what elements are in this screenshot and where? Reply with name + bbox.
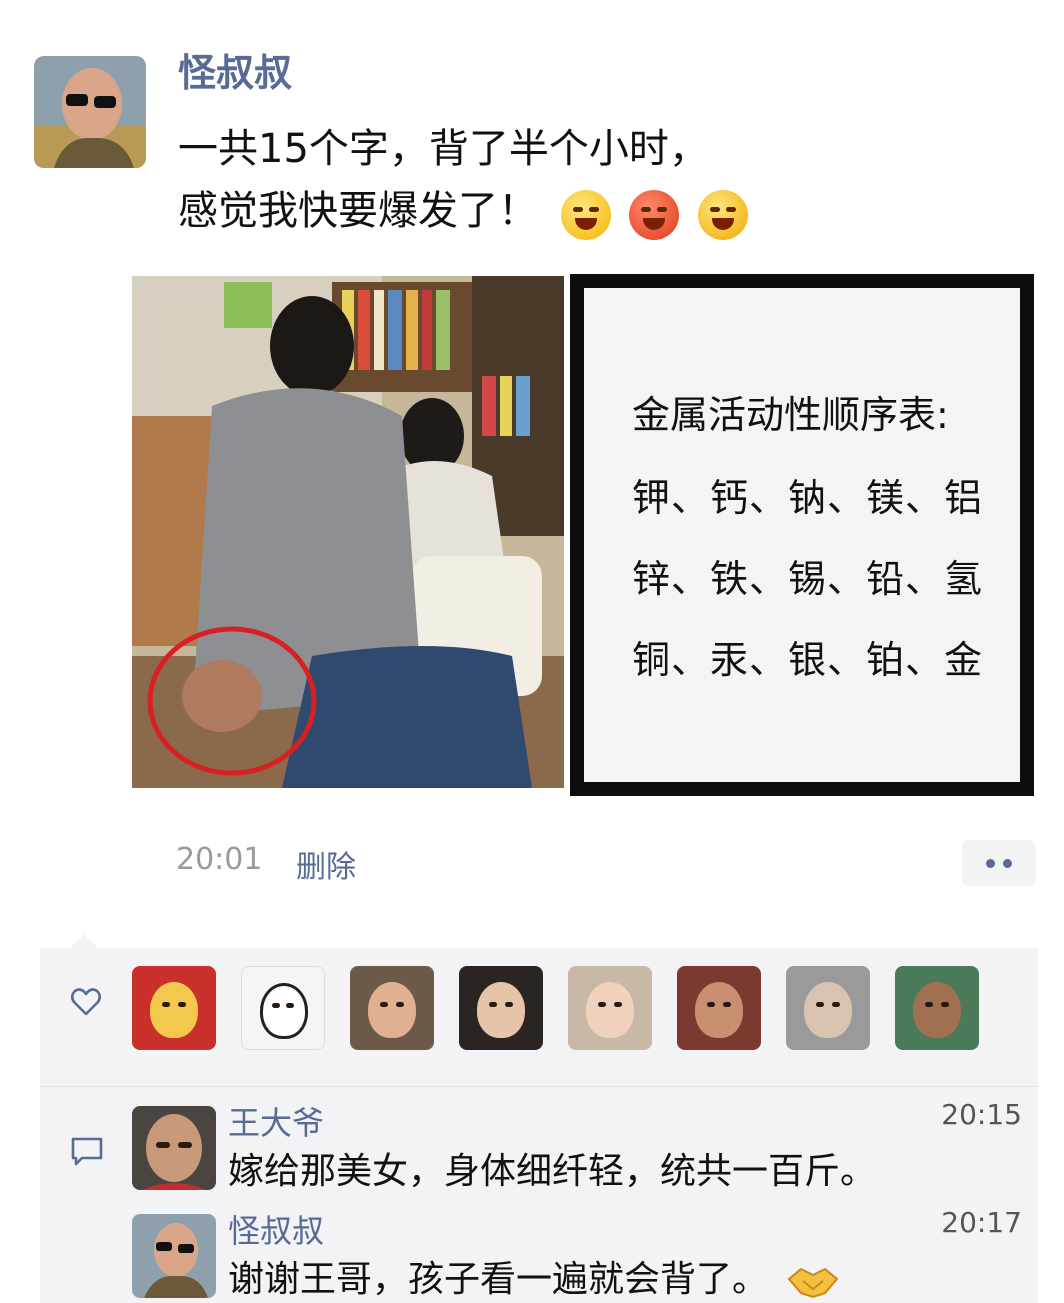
liker-avatar[interactable] — [241, 966, 325, 1050]
mad-emoji-icon — [698, 190, 749, 240]
comment-icon — [71, 1137, 103, 1166]
comment-time: 20:15 — [941, 1098, 1022, 1131]
post-text-line-2: 感觉我快要爆发了！ — [178, 180, 898, 244]
comment-text: 谢谢王哥，孩子看一遍就会背了。 — [228, 1259, 769, 1300]
post-photo[interactable] — [132, 276, 564, 788]
liker-avatar[interactable] — [895, 966, 979, 1050]
liker-avatar[interactable] — [350, 966, 434, 1050]
liker-avatar[interactable] — [568, 966, 652, 1050]
likes-comments-panel: 王大爷 20:15 嫁给那美女，身体细纤轻，统共一百斤。 怪叔叔 20:17 谢… — [40, 934, 1038, 1303]
post-text-line-1: 一共15个字，背了半个小时， — [178, 126, 709, 172]
dot-icon — [986, 858, 995, 868]
comment-text-wrap: 谢谢王哥，孩子看一遍就会背了。 — [228, 1250, 839, 1302]
commenter-name[interactable]: 怪叔叔 — [228, 1206, 324, 1252]
liker-avatar[interactable] — [459, 966, 543, 1050]
more-options-button[interactable] — [962, 840, 1036, 886]
liker-avatar[interactable] — [677, 966, 761, 1050]
liker-avatar[interactable] — [786, 966, 870, 1050]
comment-text: 嫁给那美女，身体细纤轻，统共一百斤。 — [228, 1151, 877, 1192]
commenter-avatar[interactable] — [132, 1214, 216, 1298]
post-text: 一共15个字，背了半个小时， 感觉我快要爆发了！ — [178, 118, 898, 244]
card-row: 钾、钙、钠、镁、铝 — [632, 476, 984, 520]
post-time: 20:01 — [176, 842, 263, 877]
metal-activity-card[interactable]: 金属活动性顺序表: 钾、钙、钠、镁、铝 锌、铁、锡、铅、氢 铜、汞、银、铂、金 — [570, 274, 1034, 796]
post-author-name[interactable]: 怪叔叔 — [178, 42, 292, 97]
comment-time: 20:17 — [941, 1206, 1022, 1239]
commenter-avatar[interactable] — [132, 1106, 216, 1190]
divider — [40, 1086, 1038, 1087]
heart-icon — [70, 988, 102, 1016]
card-row: 铜、汞、银、铂、金 — [632, 638, 984, 682]
comment-item[interactable]: 王大爷 20:15 嫁给那美女，身体细纤轻，统共一百斤。 — [132, 1098, 1022, 1194]
tears-laugh-emoji-icon — [560, 190, 611, 240]
card-row: 锌、铁、锡、铅、氢 — [632, 557, 984, 601]
comment-item[interactable]: 怪叔叔 20:17 谢谢王哥，孩子看一遍就会背了。 — [132, 1206, 1022, 1302]
poster-avatar[interactable] — [34, 56, 146, 168]
metal-activity-card-body: 金属活动性顺序表: 钾、钙、钠、镁、铝 锌、铁、锡、铅、氢 铜、汞、银、铂、金 — [584, 288, 1020, 782]
emoji-group — [560, 182, 754, 244]
angry-emoji-icon — [629, 190, 680, 240]
dot-icon — [1003, 858, 1012, 868]
handshake-emoji-icon — [788, 1267, 839, 1299]
commenter-name[interactable]: 王大爷 — [228, 1098, 324, 1144]
delete-link[interactable]: 删除 — [296, 842, 356, 886]
card-title: 金属活动性顺序表: — [632, 393, 949, 437]
liker-avatar[interactable] — [132, 966, 216, 1050]
post-text-line-2-text: 感觉我快要爆发了！ — [178, 188, 538, 234]
liker-avatars — [132, 966, 979, 1050]
